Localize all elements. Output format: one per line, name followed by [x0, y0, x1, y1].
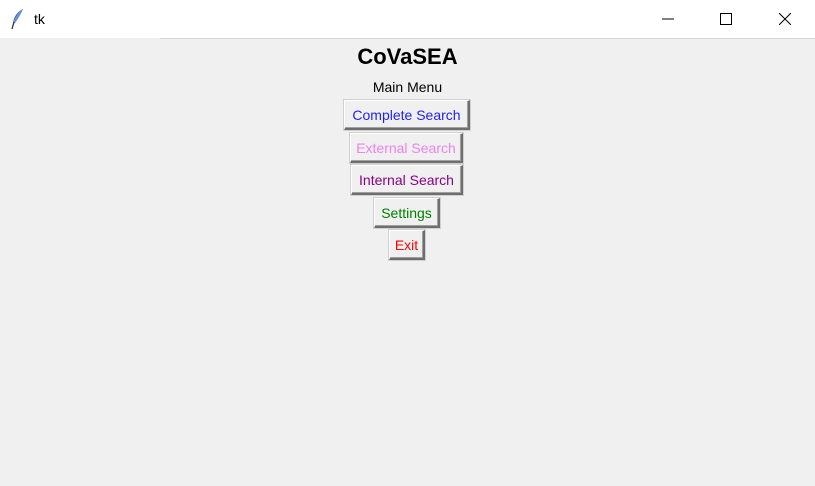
settings-button[interactable]: Settings [373, 197, 441, 229]
feather-icon [10, 8, 26, 30]
close-button[interactable] [756, 0, 814, 38]
maximize-button[interactable] [697, 0, 755, 38]
window-title: tk [34, 11, 45, 27]
maximize-icon [720, 13, 732, 25]
internal-search-button[interactable]: Internal Search [350, 164, 464, 196]
minimize-icon [662, 13, 674, 25]
complete-search-button[interactable]: Complete Search [343, 99, 471, 131]
app-heading: CoVaSEA [357, 44, 458, 69]
title-bar: tk [0, 0, 815, 38]
external-search-button[interactable]: External Search [349, 132, 464, 164]
close-icon [779, 13, 791, 25]
main-window-content: CoVaSEA Main Menu Complete Search Extern… [0, 39, 815, 486]
minimize-button[interactable] [639, 0, 697, 38]
main-menu-label: Main Menu [372, 79, 443, 95]
exit-button[interactable]: Exit [388, 229, 426, 261]
